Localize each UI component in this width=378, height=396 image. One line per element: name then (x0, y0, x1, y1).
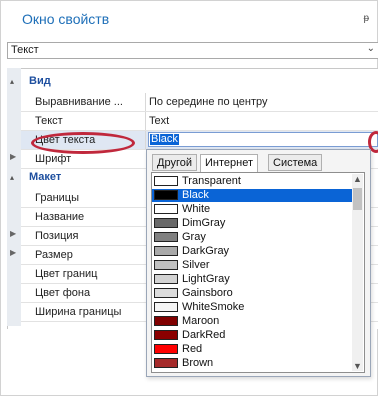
property-value[interactable]: По середине по центру (149, 96, 268, 108)
color-swatch (154, 344, 178, 354)
color-name: WhiteSmoke (182, 301, 245, 313)
scroll-thumb[interactable] (353, 188, 362, 210)
color-item-silver[interactable]: Silver (152, 259, 352, 272)
tab-web[interactable]: Интернет (200, 154, 258, 173)
color-item-whitesmoke[interactable]: WhiteSmoke (152, 301, 352, 314)
tab-other[interactable]: Другой (152, 154, 197, 171)
window-title: Окно свойств (22, 11, 110, 27)
column-divider (145, 93, 146, 111)
color-swatch (154, 288, 178, 298)
color-swatch (154, 260, 178, 270)
highlight-oval (31, 132, 135, 154)
scroll-up-icon[interactable]: ▲ (353, 174, 362, 184)
color-name: Brown (182, 357, 214, 369)
color-name: Gray (182, 231, 206, 243)
color-picker-popup: Другой Интернет Система Brown Red DarkRed M… (146, 149, 371, 377)
text-color-editor[interactable]: Black (148, 132, 378, 147)
scrollbar[interactable]: ▲ ▼ (352, 174, 363, 371)
color-name: Gainsboro (182, 287, 233, 299)
category-view[interactable]: ▴ Вид (10, 73, 51, 90)
color-item-lightgray[interactable]: LightGray (152, 273, 352, 286)
color-item-darkred[interactable]: DarkRed (152, 329, 352, 342)
property-name: Текст (35, 115, 63, 127)
collapse-icon[interactable]: ▴ (10, 169, 14, 186)
expand-icon[interactable]: ▶ (10, 248, 16, 257)
color-item-white[interactable]: White (152, 203, 352, 216)
color-item-dimgray[interactable]: DimGray (152, 217, 352, 230)
color-name: Red (182, 343, 203, 355)
color-swatch (154, 330, 178, 340)
color-name: Silver (182, 259, 210, 271)
color-name: LightGray (182, 273, 230, 285)
expand-icon[interactable]: ▶ (10, 152, 16, 161)
category-layout[interactable]: ▴ Макет (10, 169, 61, 186)
property-name: Название (35, 211, 85, 223)
pin-icon[interactable]: ᵽ (363, 13, 369, 24)
property-name: Ширина границы (35, 306, 122, 318)
object-selector-value: Текст (11, 44, 39, 56)
color-swatch (154, 176, 178, 186)
color-name: Maroon (182, 315, 220, 327)
color-item-darkgray[interactable]: DarkGray (152, 245, 352, 258)
column-divider (145, 131, 146, 149)
color-name: Transparent (182, 175, 241, 187)
color-name: DimGray (182, 217, 226, 229)
property-name: Шрифт (35, 153, 72, 165)
grid-gutter (7, 68, 21, 326)
color-name: Black (182, 189, 209, 201)
property-value[interactable]: Text (149, 115, 169, 127)
property-row-alignment[interactable]: Выравнивание ... По середине по центру (21, 93, 378, 112)
color-swatch (154, 358, 178, 368)
property-name: Цвет границ (35, 268, 98, 280)
object-selector[interactable]: Текст ⌄ (7, 42, 378, 59)
property-name: Границы (35, 192, 79, 204)
color-swatch (154, 274, 178, 284)
color-name: DarkRed (182, 329, 226, 341)
color-swatch (154, 204, 178, 214)
color-name: DarkGray (182, 245, 230, 257)
color-list[interactable]: Brown Red DarkRed Maroon WhiteSmoke Gainsboro… (151, 172, 365, 373)
color-swatch (154, 190, 178, 200)
scroll-down-icon[interactable]: ▼ (353, 361, 362, 371)
color-item-gray[interactable]: Gray (152, 231, 352, 244)
color-item-brown[interactable]: Brown (152, 357, 352, 370)
color-item-gainsboro[interactable]: Gainsboro (152, 287, 352, 300)
color-swatch (154, 218, 178, 228)
property-row-text[interactable]: Текст Text (21, 112, 378, 131)
properties-window: Окно свойств ᵽ Текст ⌄ ▴ Вид Выравнивани… (0, 0, 378, 396)
color-swatch (154, 302, 178, 312)
color-item-red[interactable]: Red (152, 343, 352, 356)
text-color-value[interactable]: Black (150, 134, 179, 145)
expand-icon[interactable]: ▶ (10, 229, 16, 238)
color-swatch (154, 246, 178, 256)
chevron-down-icon[interactable]: ⌄ (367, 43, 375, 54)
color-name: White (182, 203, 211, 215)
property-name: Позиция (35, 230, 79, 242)
property-name: Цвет фона (35, 287, 91, 299)
color-swatch (154, 232, 178, 242)
column-divider (145, 112, 146, 130)
collapse-icon[interactable]: ▴ (10, 73, 14, 90)
color-item-maroon[interactable]: Maroon (152, 315, 352, 328)
color-item-black[interactable]: Black (152, 189, 352, 202)
property-name: Выравнивание ... (35, 96, 123, 108)
color-swatch (154, 316, 178, 326)
color-item-transparent[interactable]: Transparent (152, 175, 352, 188)
tab-system[interactable]: Система (268, 154, 323, 171)
property-name: Размер (35, 249, 73, 261)
